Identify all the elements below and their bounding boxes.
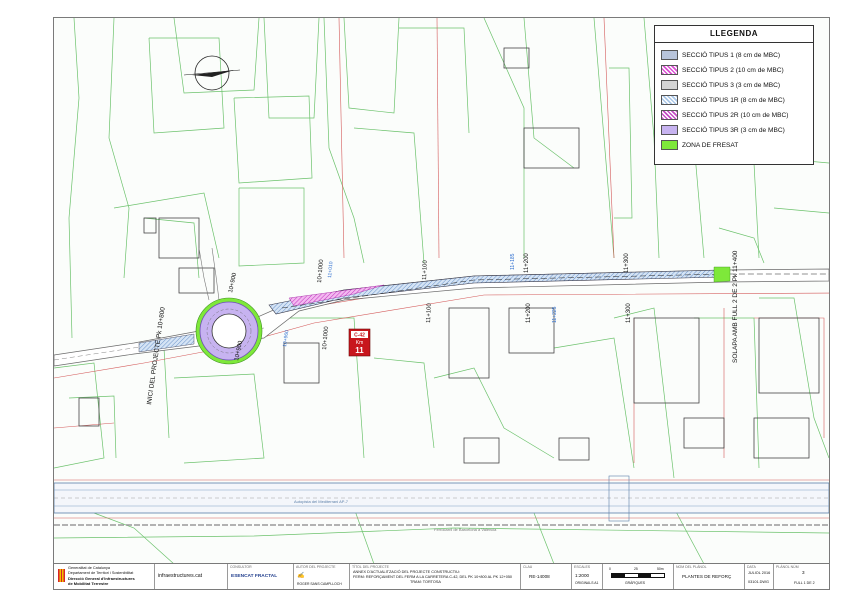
full-value: FULL 1 DE 2 — [794, 581, 815, 585]
scale-tick: 0 — [609, 567, 611, 571]
titol-line1: ANNEX D'ACTUALITZACIÓ DEL PROJECTE CONST… — [353, 570, 460, 574]
legend-swatch — [661, 80, 678, 90]
data-value: JULIOL 2016 — [748, 571, 771, 575]
km-sign-number: 11 — [355, 346, 364, 355]
titol-cell: TÍTOL DEL PROJECTE ANNEX D'ACTUALITZACIÓ… — [350, 564, 521, 589]
website-cell: infraestructures.cat — [155, 564, 228, 589]
legend-swatch — [661, 95, 678, 105]
km-sign: C-42 Km 11 — [348, 328, 371, 357]
scale-tick: 25 — [634, 567, 638, 571]
pk-label: 10+900 — [228, 272, 238, 294]
pk-blue-label: 10+960 — [282, 330, 290, 348]
data-cell: DATA JULIOL 2016 03101.DWG — [745, 564, 774, 589]
drawing-sheet: Autopista del Mediterrani AP-7 Ferrocarr… — [0, 0, 848, 600]
org-line4: de Mobilitat Terrestre — [68, 581, 109, 586]
legend-item: SECCIÓ TIPUS 1R (8 cm de MBC) — [661, 94, 785, 106]
legend-label: SECCIÓ TIPUS 3R (3 cm de MBC) — [682, 126, 785, 134]
data-caption: DATA — [747, 565, 756, 569]
titol-caption: TÍTOL DEL PROJECTE — [352, 565, 390, 569]
escales-caption: ESCALES — [574, 565, 591, 569]
legend-item: SECCIÓ TIPUS 2R (10 cm de MBC) — [661, 109, 789, 121]
legend-label: SECCIÓ TIPUS 3 (3 cm de MBC) — [682, 81, 781, 89]
project-start-label: INICI DEL PROJECTE Pk 10+800 — [146, 306, 167, 405]
num-plano-code: 03101.DWG — [748, 580, 769, 584]
legend-label: SECCIÓ TIPUS 2R (10 cm de MBC) — [682, 111, 789, 119]
consultor-name: ESENCAT FRACTAL — [231, 574, 278, 579]
website-link[interactable]: infraestructures.cat — [158, 573, 202, 579]
north-arrow-icon — [183, 55, 241, 91]
legend-label: SECCIÓ TIPUS 1 (8 cm de MBC) — [682, 51, 781, 59]
legend-swatch — [661, 140, 678, 150]
plano-num-cell: PLÀNOL NÚM 3 FULL 1 DE 2 — [774, 564, 816, 589]
legend-item: ZONA DE FRESAT — [661, 139, 738, 151]
pk-label: 11+100 — [422, 259, 429, 280]
nom-plano: PLANTES DE REFORÇ — [682, 574, 732, 579]
pk-label: 10+1000 — [322, 326, 330, 351]
pk-blue-label: 11+225 — [552, 306, 558, 323]
title-block: Generalitat de Catalunya Departament de … — [53, 563, 830, 590]
escala-value: 1:2000 — [575, 573, 590, 578]
consultor-caption: CONSULTOR — [230, 565, 252, 569]
org-line2: Departament de Territori i Sostenibilita… — [68, 571, 134, 575]
pk-label: 11+200 — [524, 253, 530, 273]
originals-label: ORIGINALS A1 — [575, 581, 599, 585]
legend-label: SECCIÓ TIPUS 2 (10 cm de MBC) — [682, 66, 784, 74]
nom-plano-cell: NOM DEL PLÀNOL PLANTES DE REFORÇ — [674, 564, 745, 589]
overlap-end-label: SOLAPA AMB FULL 2 DE 2 Pk 11+400 — [732, 250, 739, 363]
autor-caption: AUTOR DEL PROJECTE — [296, 565, 336, 569]
legend-item: SECCIÓ TIPUS 3R (3 cm de MBC) — [661, 124, 785, 136]
legend-swatch — [661, 50, 678, 60]
legend-item: SECCIÓ TIPUS 1 (8 cm de MBC) — [661, 49, 780, 61]
autor-signature: ✍ — [297, 573, 305, 579]
nom-plano-caption: NOM DEL PLÀNOL — [676, 565, 707, 569]
map-viewport[interactable]: Autopista del Mediterrani AP-7 Ferrocarr… — [53, 17, 830, 565]
autor-name: ROGER SANS CAMPLLOCH — [297, 582, 342, 586]
autor-cell: AUTOR DEL PROJECTE ✍ ROGER SANS CAMPLLOC… — [294, 564, 350, 589]
railway-label: Ferrocarril de Barcelona a Valencia — [434, 527, 497, 532]
escala-cell: ESCALES 1:2000 ORIGINALS A1 — [572, 564, 603, 589]
roundabout — [195, 297, 263, 365]
pk-blue-label: 11+185 — [510, 253, 516, 270]
grafiques-label: GRÀFIQUES — [625, 581, 645, 585]
km-sign-road: C-42 — [354, 333, 365, 339]
motorway — [54, 475, 829, 522]
scale-bar-cell: 0 25 50m GRÀFIQUES — [603, 564, 674, 589]
clau-caption: CLAU — [523, 565, 533, 569]
legend-label: SECCIÓ TIPUS 1R (8 cm de MBC) — [682, 96, 785, 104]
pk-label: 11+300 — [626, 303, 632, 323]
plano-num: 3 — [802, 570, 805, 575]
motorway-label: Autopista del Mediterrani AP-7 — [294, 499, 349, 504]
scale-bar — [611, 573, 665, 578]
legend-swatch — [661, 125, 678, 135]
plano-num-caption: PLÀNOL NÚM — [776, 565, 799, 569]
pk-label: 10+1000 — [317, 259, 325, 284]
pk-label: 11+200 — [526, 303, 532, 323]
org-line1: Generalitat de Catalunya — [68, 566, 111, 570]
titol-line3: TRAM: TORTOSA — [410, 580, 441, 584]
pk-label: 11+300 — [624, 253, 630, 273]
org-cell: Generalitat de Catalunya Departament de … — [54, 564, 155, 589]
legend-item: SECCIÓ TIPUS 2 (10 cm de MBC) — [661, 64, 784, 76]
clau-cell: CLAU RE-14008 — [521, 564, 572, 589]
consultor-cell: CONSULTOR ESENCAT FRACTAL — [228, 564, 294, 589]
legend-item: SECCIÓ TIPUS 3 (3 cm de MBC) — [661, 79, 780, 91]
pk-label: 11+100 — [426, 302, 433, 323]
legend-panel: LLEGENDA SECCIÓ TIPUS 1 (8 cm de MBC) SE… — [654, 25, 814, 165]
clau-value: RE-14008 — [529, 574, 550, 579]
titol-line2: FERM: REFORÇAMENT DEL FERM A LA CARRETER… — [353, 575, 513, 579]
legend-label: ZONA DE FRESAT — [682, 141, 739, 149]
legend-swatch — [661, 110, 678, 120]
legend-swatch — [661, 65, 678, 75]
pk-blue-label: 11+010 — [327, 261, 334, 278]
main-road — [54, 268, 829, 367]
generalitat-logo — [58, 569, 65, 582]
legend-title: LLEGENDA — [655, 26, 813, 43]
scale-tick: 50m — [657, 567, 664, 571]
